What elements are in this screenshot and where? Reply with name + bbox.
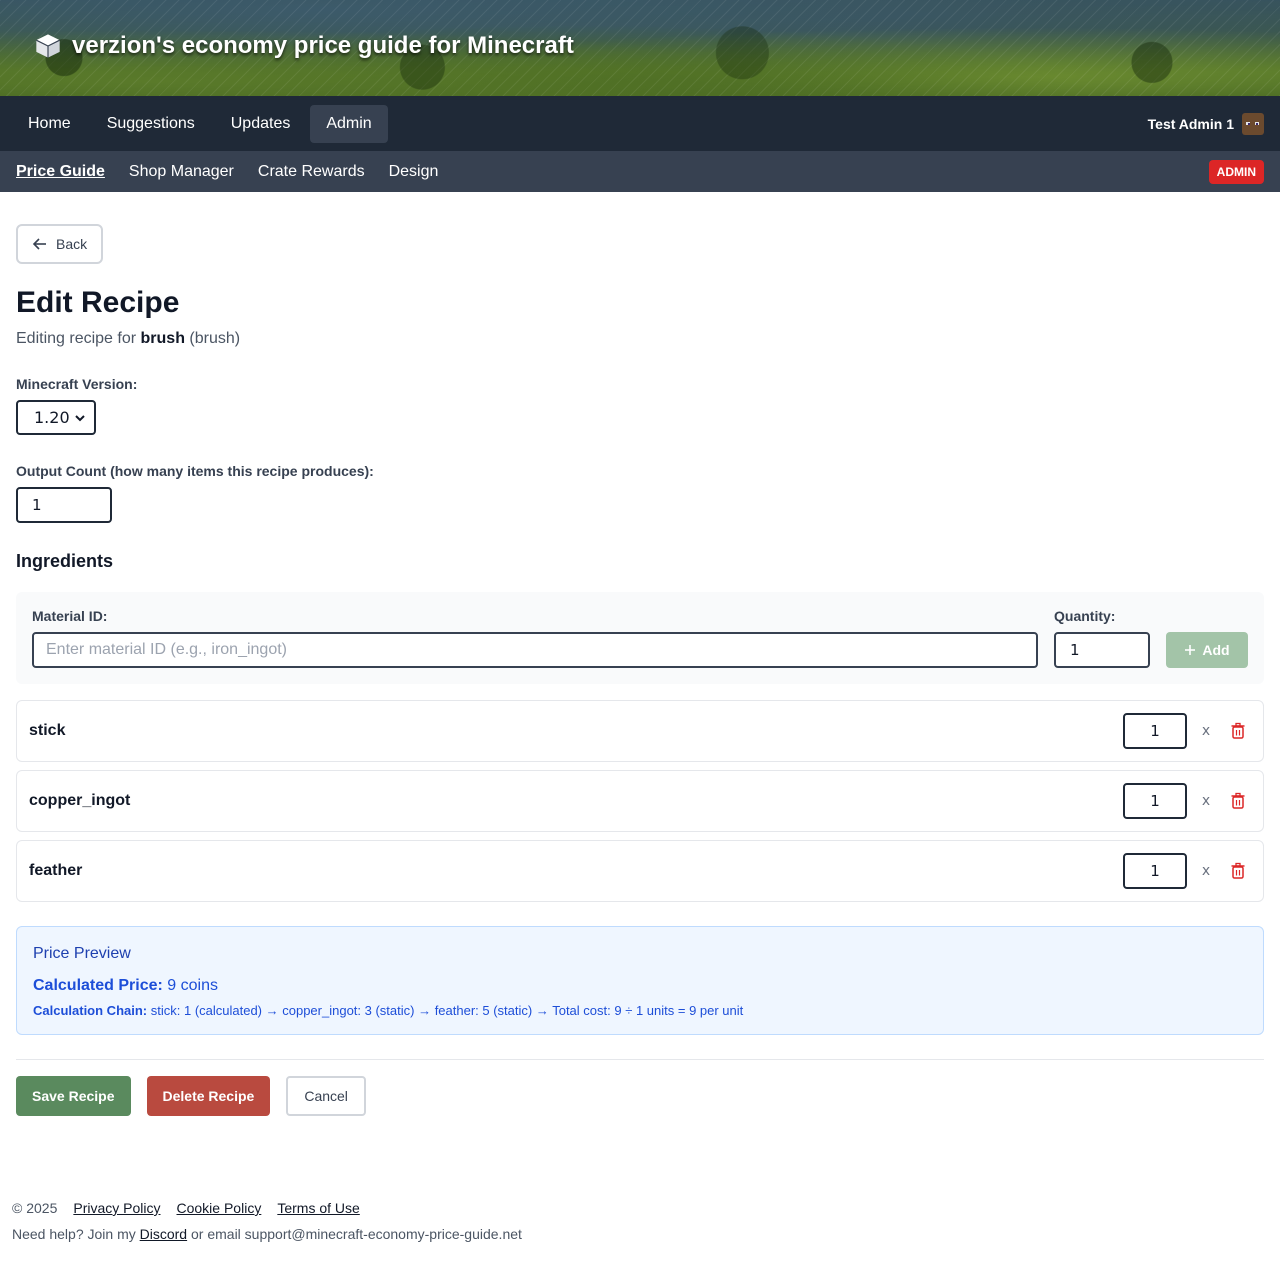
trash-icon[interactable] <box>1229 792 1247 810</box>
subnav-shop-manager[interactable]: Shop Manager <box>129 163 234 181</box>
subnav-price-guide[interactable]: Price Guide <box>16 163 105 181</box>
output-count-label: Output Count (how many items this recipe… <box>16 463 374 479</box>
ingredient-row: feather 1 x <box>16 840 1264 902</box>
ingredient-name: copper_ingot <box>29 792 131 809</box>
help-prefix: Need help? Join my <box>12 1226 136 1242</box>
user-name: Test Admin 1 <box>1147 115 1234 132</box>
site-title-text: verzion's economy price guide for Minecr… <box>72 32 574 59</box>
version-select[interactable]: 1.20 <box>16 400 96 435</box>
cube-icon <box>36 34 60 58</box>
ingredient-row: stick 1 x <box>16 700 1264 762</box>
nav-updates[interactable]: Updates <box>215 105 307 143</box>
material-id-label: Material ID: <box>32 608 108 624</box>
site-title[interactable]: verzion's economy price guide for Minecr… <box>34 32 574 60</box>
nav-home[interactable]: Home <box>12 105 87 143</box>
sub-nav: Price Guide Shop Manager Crate Rewards D… <box>0 152 1280 192</box>
ingredient-list: stick 1 x copper_ingot 1 x feather 1 x <box>16 700 1264 902</box>
back-label: Back <box>56 236 88 252</box>
output-count-input[interactable]: 1 <box>16 487 112 523</box>
ingredient-name: feather <box>29 862 83 879</box>
arrow-left-icon <box>32 238 46 250</box>
page-subtitle: Editing recipe for brush (brush) <box>16 330 1264 348</box>
price-preview-title: Price Preview <box>33 945 131 962</box>
user-menu[interactable]: Test Admin 1 <box>1147 112 1268 135</box>
trash-icon[interactable] <box>1229 722 1247 740</box>
copyright: © 2025 <box>12 1200 58 1216</box>
add-label: Add <box>1202 642 1230 658</box>
terms-of-use-link[interactable]: Terms of Use <box>277 1200 359 1216</box>
ingredient-row: copper_ingot 1 x <box>16 770 1264 832</box>
calculation-chain: Calculation Chain: stick: 1 (calculated)… <box>33 1003 1247 1018</box>
version-label: Minecraft Version: <box>16 376 138 392</box>
ingredient-quantity-input[interactable]: 1 <box>1123 783 1187 819</box>
avatar <box>1242 112 1264 135</box>
add-ingredient-panel: Material ID: Enter material ID (e.g., ir… <box>16 592 1264 684</box>
material-id-input[interactable]: Enter material ID (e.g., iron_ingot) <box>32 632 1038 668</box>
trash-icon[interactable] <box>1229 862 1247 880</box>
ingredient-quantity-input[interactable]: 1 <box>1123 713 1187 749</box>
nav-suggestions[interactable]: Suggestions <box>91 105 211 143</box>
multiply-sign: x <box>1201 723 1211 739</box>
calculation-chain-value: stick: 1 (calculated) → copper_ingot: 3 … <box>150 1003 744 1018</box>
quantity-label: Quantity: <box>1054 608 1116 624</box>
back-button[interactable]: Back <box>16 224 104 264</box>
chevron-down-icon <box>75 414 85 421</box>
save-recipe-button[interactable]: Save Recipe <box>16 1076 131 1116</box>
form-actions: Save Recipe Delete Recipe Cancel <box>16 1076 1264 1116</box>
multiply-sign: x <box>1201 863 1211 879</box>
site-banner: verzion's economy price guide for Minecr… <box>0 0 1280 96</box>
multiply-sign: x <box>1201 793 1211 809</box>
ingredient-quantity-input[interactable]: 1 <box>1123 853 1187 889</box>
nav-admin[interactable]: Admin <box>310 104 388 143</box>
cancel-button[interactable]: Cancel <box>286 1076 366 1116</box>
ingredient-name: stick <box>29 722 66 739</box>
cookie-policy-link[interactable]: Cookie Policy <box>177 1200 262 1216</box>
ingredients-heading: Ingredients <box>16 551 114 571</box>
help-text: Need help? Join my Discord or email supp… <box>12 1226 522 1242</box>
main-nav: Home Suggestions Updates Admin Test Admi… <box>0 96 1280 152</box>
calculated-price-value: 9 coins <box>167 977 218 994</box>
page-title: Edit Recipe <box>16 286 180 319</box>
subnav-design[interactable]: Design <box>389 163 439 181</box>
item-name: brush <box>140 330 185 347</box>
divider <box>16 1059 1264 1060</box>
subnav-crate-rewards[interactable]: Crate Rewards <box>258 163 365 181</box>
calculation-chain-label: Calculation Chain: <box>33 1003 148 1018</box>
discord-link[interactable]: Discord <box>140 1226 187 1242</box>
version-value: 1.20 <box>34 408 70 427</box>
help-suffix: or email support@minecraft-economy-price… <box>191 1226 522 1242</box>
main-content: Back Edit Recipe Editing recipe for brus… <box>0 192 1280 1116</box>
calculated-price-label: Calculated Price: <box>33 977 163 994</box>
admin-badge: ADMIN <box>1208 160 1264 184</box>
price-preview: Price Preview Calculated Price: 9 coins … <box>16 926 1264 1035</box>
calculated-price: Calculated Price: 9 coins <box>33 977 1247 995</box>
subtitle-prefix: Editing recipe for <box>16 330 137 347</box>
delete-recipe-button[interactable]: Delete Recipe <box>146 1076 271 1116</box>
footer: © 2025 Privacy Policy Cookie Policy Term… <box>12 1200 522 1242</box>
quantity-input[interactable]: 1 <box>1054 632 1150 668</box>
item-id: (brush) <box>189 330 241 347</box>
plus-icon <box>1185 645 1196 655</box>
privacy-policy-link[interactable]: Privacy Policy <box>73 1200 160 1216</box>
add-ingredient-button[interactable]: Add <box>1166 632 1248 668</box>
